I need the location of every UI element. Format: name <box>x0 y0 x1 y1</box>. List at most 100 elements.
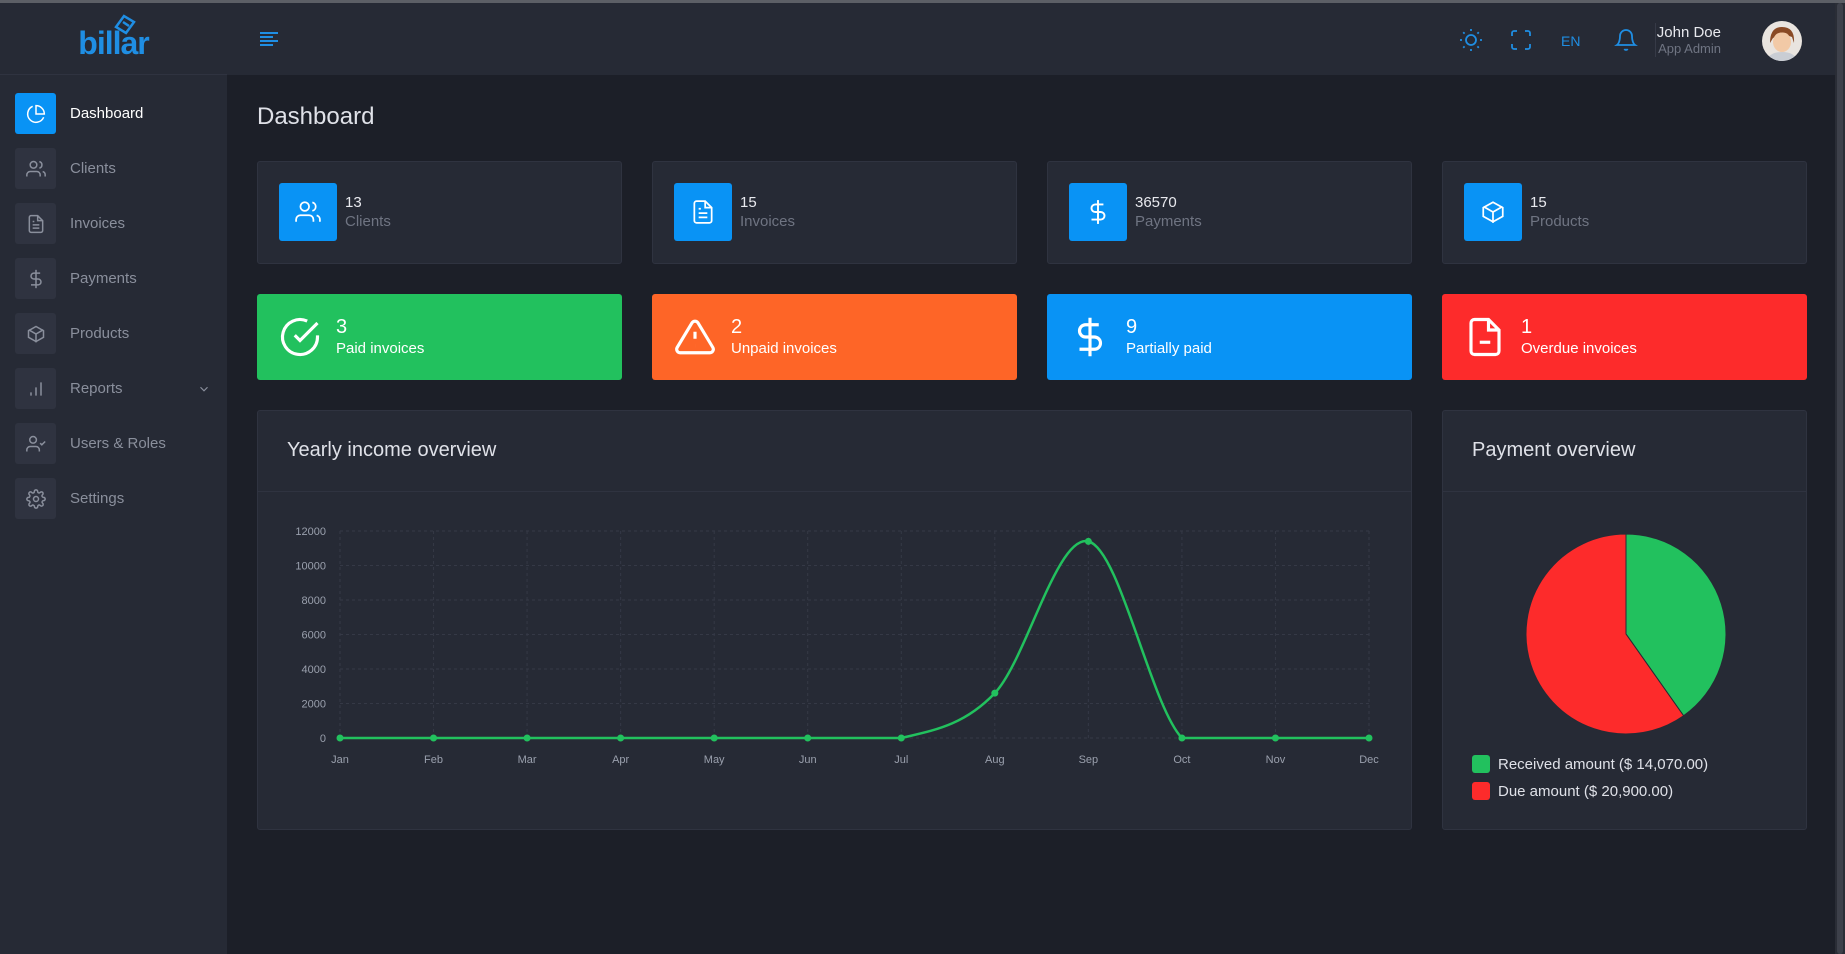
legend-label: Received amount ($ 14,070.00) <box>1498 755 1709 773</box>
stat-card-products[interactable]: 15 Products <box>1442 161 1807 264</box>
card-title: Payment overview <box>1472 439 1636 461</box>
document-icon <box>15 203 56 244</box>
x-tick-label: Oct <box>1173 754 1190 766</box>
unpaid-invoices-label: Unpaid invoices <box>731 340 837 357</box>
stat-card-clients[interactable]: 13 Clients <box>257 161 622 264</box>
gear-icon <box>15 478 56 519</box>
language-selector[interactable]: EN <box>1561 33 1580 49</box>
x-tick-label: Jul <box>894 754 908 766</box>
top-header: EN John Doe App Admin <box>227 3 1835 75</box>
box-icon <box>15 313 56 354</box>
bell-icon[interactable] <box>1614 28 1638 52</box>
y-tick-label: 6000 <box>302 630 326 642</box>
x-tick-label: Nov <box>1266 754 1286 766</box>
warning-icon <box>675 319 715 355</box>
unpaid-invoices-card[interactable]: 2 Unpaid invoices <box>652 294 1017 380</box>
sidebar-item-label: Settings <box>70 490 125 507</box>
sidebar-item-label: Clients <box>70 160 116 177</box>
sidebar-menu: Dashboard Clients Invoices Payments Prod… <box>0 75 227 520</box>
data-point-feb <box>430 734 438 742</box>
data-point-sep <box>1084 537 1092 545</box>
avatar[interactable] <box>1762 21 1802 61</box>
sidebar-item-label: Invoices <box>70 215 126 232</box>
partially-paid-count: 9 <box>1126 316 1138 338</box>
sun-icon[interactable] <box>1459 28 1483 52</box>
x-tick-label: Sep <box>1079 754 1099 766</box>
dashboard-icon <box>15 93 56 134</box>
data-point-nov <box>1271 734 1279 742</box>
y-tick-label: 12000 <box>295 526 326 538</box>
sidebar-item-reports[interactable]: Reports <box>15 367 215 410</box>
box-icon <box>1464 183 1522 241</box>
y-tick-label: 4000 <box>302 664 326 676</box>
data-point-aug <box>991 689 999 697</box>
legend-label: Due amount ($ 20,900.00) <box>1498 782 1674 800</box>
stat-label: Clients <box>345 213 391 230</box>
sidebar-item-label: Payments <box>70 270 137 287</box>
data-point-jul <box>897 734 905 742</box>
stat-card-invoices[interactable]: 15 Invoices <box>652 161 1017 264</box>
x-tick-label: Aug <box>985 754 1005 766</box>
stat-value: 13 <box>345 194 362 211</box>
sidebar-item-label: Users & Roles <box>70 435 166 452</box>
document-icon <box>674 183 732 241</box>
partially-paid-card[interactable]: 9 Partially paid <box>1047 294 1412 380</box>
data-point-may <box>710 734 718 742</box>
legend-received[interactable]: Received amount ($ 14,070.00) <box>1472 755 1708 773</box>
sidebar-item-clients[interactable]: Clients <box>15 147 215 190</box>
sidebar-item-label: Dashboard <box>70 105 144 122</box>
x-tick-label: Dec <box>1359 754 1379 766</box>
series-line-income <box>340 540 1369 740</box>
paid-invoices-count: 3 <box>336 316 348 338</box>
sidebar-item-invoices[interactable]: Invoices <box>15 202 215 245</box>
dollar-icon <box>1077 317 1103 357</box>
bar-chart-icon <box>15 368 56 409</box>
menu-toggle-icon[interactable] <box>258 30 280 48</box>
file-minus-icon <box>1469 317 1501 357</box>
stat-card-payments[interactable]: 36570 Payments <box>1047 161 1412 264</box>
fullscreen-icon[interactable] <box>1509 28 1533 52</box>
sidebar-item-label: Reports <box>70 380 123 397</box>
data-point-dec <box>1365 734 1373 742</box>
y-tick-label: 10000 <box>295 561 326 573</box>
check-circle-icon <box>280 317 320 357</box>
users-icon <box>15 148 56 189</box>
x-tick-label: Jan <box>331 754 349 766</box>
stat-label: Payments <box>1135 213 1202 230</box>
y-tick-label: 8000 <box>302 595 326 607</box>
dollar-icon <box>15 258 56 299</box>
sidebar-item-settings[interactable]: Settings <box>15 477 215 520</box>
sidebar-item-payments[interactable]: Payments <box>15 257 215 300</box>
x-tick-label: Apr <box>612 754 629 766</box>
x-tick-label: Mar <box>518 754 537 766</box>
data-point-jun <box>804 734 812 742</box>
x-tick-label: Feb <box>424 754 443 766</box>
overdue-invoices-count: 1 <box>1521 316 1533 338</box>
overdue-invoices-card[interactable]: 1 Overdue invoices <box>1442 294 1807 380</box>
sidebar-item-products[interactable]: Products <box>15 312 215 355</box>
stat-value: 36570 <box>1135 194 1177 211</box>
user-name[interactable]: John Doe <box>1657 24 1721 41</box>
scrollbar-thumb[interactable] <box>1837 3 1843 954</box>
y-tick-label: 2000 <box>302 699 326 711</box>
y-tick-label: 0 <box>320 733 326 745</box>
sidebar-item-label: Products <box>70 325 130 342</box>
data-point-jan <box>336 734 344 742</box>
chevron-down-icon[interactable] <box>197 382 211 396</box>
sidebar-item-users-roles[interactable]: Users & Roles <box>15 422 215 465</box>
income-line-chart[interactable]: 0 2000 4000 6000 8000 10000 12000 Jan Feb Mar Apr M… <box>258 411 1413 831</box>
x-tick-label: May <box>704 754 725 766</box>
unpaid-invoices-count: 2 <box>731 316 743 338</box>
card-divider <box>1443 491 1806 492</box>
dollar-icon <box>1069 183 1127 241</box>
sidebar-item-dashboard[interactable]: Dashboard <box>15 92 215 135</box>
paid-invoices-card[interactable]: 3 Paid invoices <box>257 294 622 380</box>
logo[interactable]: billar <box>0 3 227 75</box>
legend-due[interactable]: Due amount ($ 20,900.00) <box>1472 782 1673 800</box>
data-point-oct <box>1178 734 1186 742</box>
sidebar: billar Dashboard Clients Invoices Paymen… <box>0 3 227 954</box>
yearly-income-card: Yearly income overview 0 2000 4000 6000 8000… <box>257 410 1412 830</box>
partially-paid-label: Partially paid <box>1126 340 1212 357</box>
overdue-invoices-label: Overdue invoices <box>1521 340 1637 357</box>
page-title: Dashboard <box>257 103 375 130</box>
